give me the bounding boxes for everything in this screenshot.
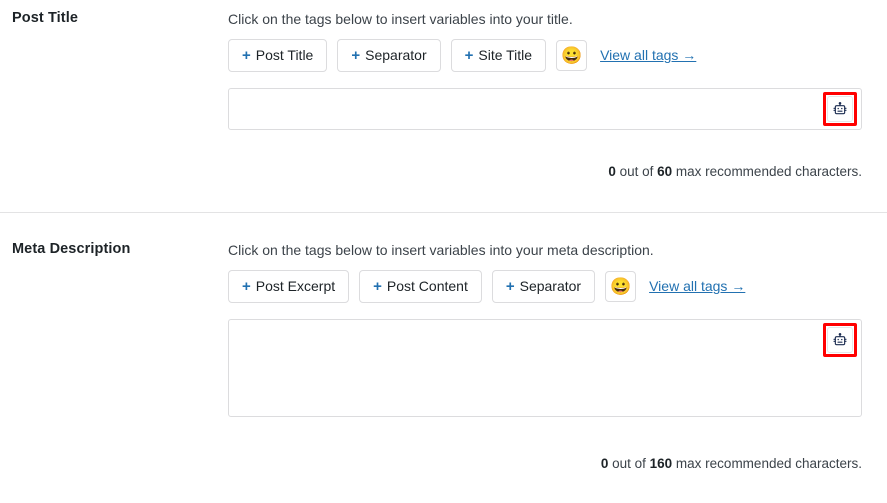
tag-row-post-title: + Post Title + Separator + Site Title 😀 … [228, 38, 862, 72]
robot-icon[interactable] [827, 95, 853, 122]
tag-button-label: Separator [365, 46, 427, 63]
page-title: Post Title [12, 10, 78, 26]
post-title-character-counter: 0 out of 60 max recommended characters. [228, 164, 862, 179]
counter-max: 160 [649, 455, 673, 471]
tag-button-label: Post Title [255, 46, 314, 63]
grinning-face-emoji-icon[interactable]: 😀 [605, 270, 637, 302]
counter-middle: out of [615, 163, 658, 179]
counter-suffix: max recommended characters. [672, 163, 862, 179]
section-meta-description: Meta Description Click on the tags below… [0, 213, 887, 493]
tag-button-label: Post Content [386, 277, 468, 294]
counter-suffix: max recommended characters. [672, 455, 862, 471]
tag-button-post-excerpt[interactable]: + Post Excerpt [228, 269, 350, 303]
view-all-tags-link[interactable]: View all tags → [600, 47, 696, 63]
counter-count: 0 [608, 163, 616, 179]
plus-icon: + [505, 277, 515, 295]
plus-icon: + [242, 46, 251, 64]
meta-description-textarea[interactable] [228, 318, 862, 417]
robot-icon-glyph [833, 332, 847, 345]
section-label-column-post-title: Post Title [0, 0, 228, 26]
robot-icon[interactable] [827, 326, 853, 353]
tag-button-post-title[interactable]: + Post Title [228, 38, 328, 72]
counter-middle: out of [608, 455, 650, 471]
grinning-face-emoji-icon[interactable]: 😀 [556, 39, 588, 71]
tag-button-post-content[interactable]: + Post Content [359, 269, 482, 303]
view-all-tags-link[interactable]: View all tags → [649, 278, 745, 294]
section-label-column-meta-description: Meta Description [0, 213, 228, 257]
emoji-glyph: 😀 [610, 276, 632, 296]
tag-button-separator[interactable]: + Separator [491, 269, 596, 303]
page-title: Meta Description [12, 241, 131, 257]
tag-row-meta-description: + Post Excerpt + Post Content + Separato… [228, 269, 862, 303]
emoji-glyph: 😀 [560, 45, 583, 65]
meta-description-field-wrapper [228, 318, 862, 422]
section-post-title: Post Title Click on the tags below to in… [0, 0, 887, 212]
plus-icon: + [351, 46, 361, 64]
tag-button-label: Separator [519, 277, 582, 294]
plus-icon: + [464, 46, 474, 64]
post-title-input[interactable] [228, 87, 862, 130]
plus-icon: + [373, 277, 382, 295]
section-body-post-title: Click on the tags below to insert variab… [228, 0, 887, 179]
seo-title-description-panel: Post Title Click on the tags below to in… [0, 0, 887, 503]
robot-icon-glyph [833, 101, 847, 114]
tag-button-label: Post Excerpt [255, 277, 336, 294]
plus-icon: + [242, 277, 251, 295]
tag-button-site-title[interactable]: + Site Title [450, 38, 547, 72]
counter-max: 60 [657, 163, 673, 179]
tag-button-label: Site Title [478, 46, 533, 63]
section-body-meta-description: Click on the tags below to insert variab… [228, 213, 887, 471]
hint-text-meta-description: Click on the tags below to insert variab… [228, 242, 654, 258]
meta-description-character-counter: 0 out of 160 max recommended characters. [228, 456, 862, 471]
hint-text-post-title: Click on the tags below to insert variab… [228, 11, 573, 27]
post-title-field-wrapper [228, 87, 862, 130]
tag-button-separator[interactable]: + Separator [337, 38, 441, 72]
